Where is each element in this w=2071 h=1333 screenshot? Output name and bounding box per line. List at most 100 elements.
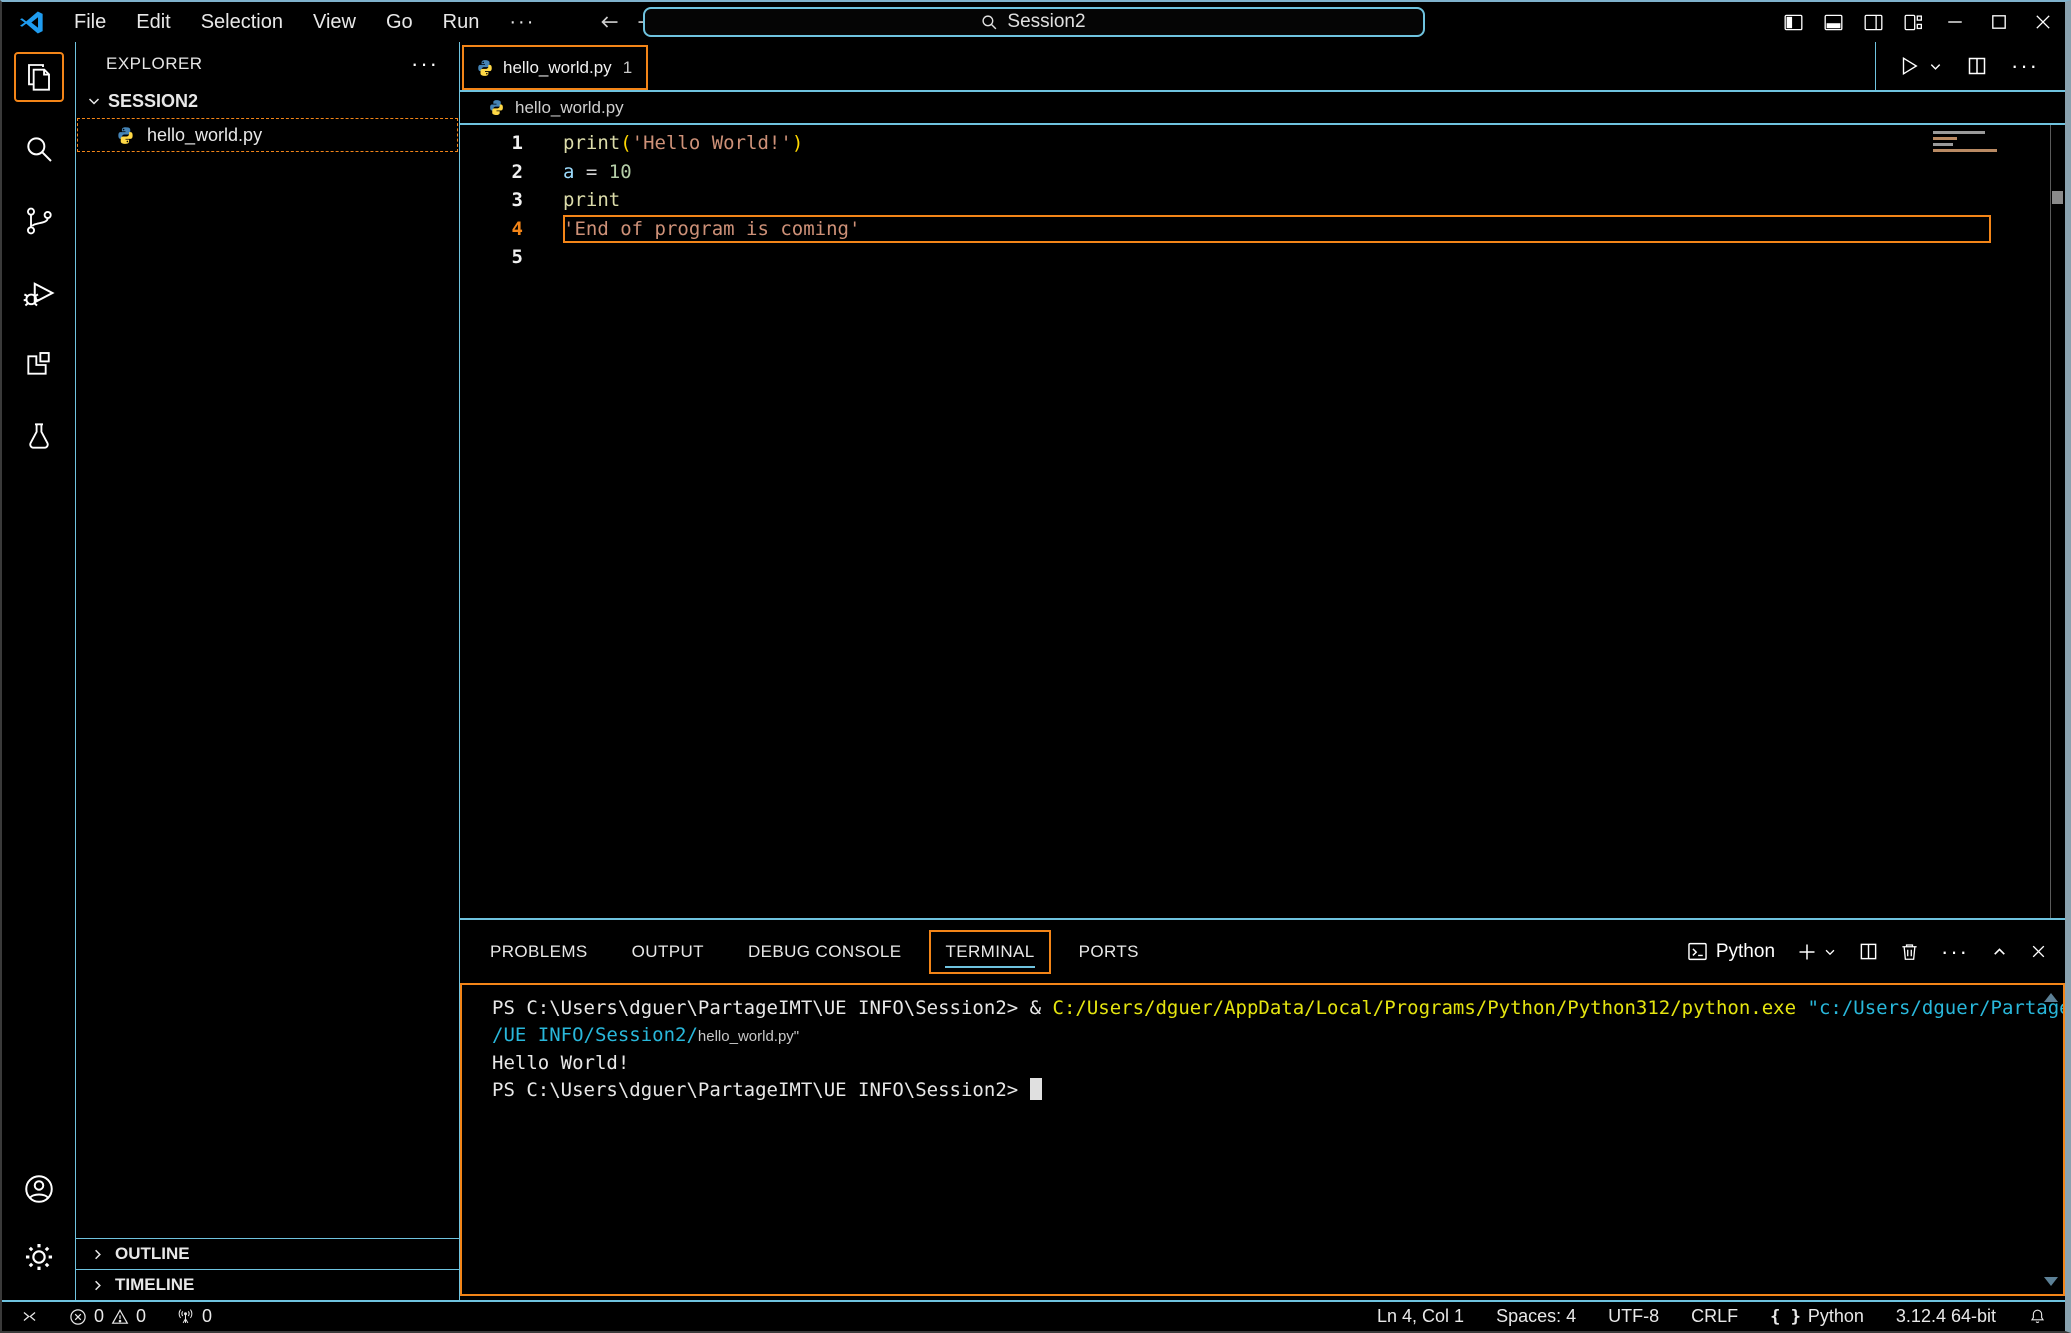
tab-ports[interactable]: PORTS [1079, 942, 1139, 962]
panel-more-actions-button[interactable]: ··· [1941, 939, 1969, 965]
ports-status-button[interactable]: 0 [168, 1306, 220, 1327]
account-icon[interactable] [14, 1164, 64, 1214]
command-center-search[interactable]: Session2 [643, 7, 1425, 37]
minimap[interactable] [1933, 131, 2043, 152]
settings-gear-icon[interactable] [14, 1232, 64, 1282]
tab-output[interactable]: OUTPUT [632, 942, 704, 962]
menu-selection[interactable]: Selection [186, 11, 298, 34]
menu-view[interactable]: View [298, 11, 371, 34]
code-line-5[interactable]: 5 [460, 243, 2065, 272]
menu-run[interactable]: Run [428, 11, 495, 34]
tab-problems[interactable]: PROBLEMS [490, 942, 588, 962]
toggle-secondary-sidebar-icon[interactable] [1853, 2, 1893, 42]
line-number: 4 [460, 218, 523, 240]
scrollbar-slider[interactable] [2052, 191, 2063, 204]
testing-icon[interactable] [14, 412, 64, 462]
python-file-icon [488, 99, 505, 116]
problems-status-button[interactable]: 0 0 [61, 1306, 154, 1327]
outline-section[interactable]: OUTLINE [76, 1238, 459, 1269]
sidebar-more-button[interactable]: ··· [411, 51, 439, 77]
new-terminal-button[interactable] [1797, 942, 1837, 962]
run-debug-icon[interactable] [14, 268, 64, 318]
code-line-3[interactable]: 3 print [460, 186, 2065, 215]
maximize-panel-chevron-up-icon[interactable] [1991, 943, 2008, 960]
close-button[interactable] [2021, 2, 2065, 42]
breadcrumb[interactable]: hello_world.py [460, 92, 2065, 125]
menu-go[interactable]: Go [371, 11, 428, 34]
explorer-sidebar: EXPLORER ··· SESSION2 hello_world.py OUT… [75, 42, 460, 1300]
code-line-2[interactable]: 2 a = 10 [460, 158, 2065, 187]
maximize-button[interactable] [1977, 2, 2021, 42]
sidebar-empty-space [76, 154, 459, 1238]
customize-layout-icon[interactable] [1893, 2, 1933, 42]
breadcrumb-file: hello_world.py [515, 98, 624, 118]
outline-label: OUTLINE [115, 1244, 190, 1264]
toggle-sidebar-icon[interactable] [1773, 2, 1813, 42]
terminal-line-4: PS C:\Users\dguer\PartageIMT\UE INFO\Ses… [492, 1077, 2023, 1104]
editor-actions: ··· [1875, 42, 2065, 90]
search-icon [981, 14, 998, 31]
menu-more-button[interactable]: ··· [494, 11, 550, 34]
main-area: EXPLORER ··· SESSION2 hello_world.py OUT… [2, 42, 2065, 1300]
code-line-1[interactable]: 1 print('Hello World!') [460, 129, 2065, 158]
code-text: 'End of program is coming' [523, 218, 860, 240]
close-panel-icon[interactable] [2030, 943, 2047, 960]
split-editor-icon[interactable] [1967, 56, 1987, 76]
split-terminal-icon[interactable] [1859, 942, 1878, 961]
terminal-view[interactable]: PS C:\Users\dguer\PartageIMT\UE INFO\Ses… [460, 983, 2065, 1296]
language-label: Python [1808, 1306, 1864, 1327]
activity-bar [2, 42, 75, 1300]
terminal-profile-button[interactable]: Python [1687, 941, 1775, 963]
eol-button[interactable]: CRLF [1683, 1306, 1746, 1327]
warning-icon [111, 1308, 129, 1326]
terminal-scroll-down-icon[interactable] [2044, 1277, 2058, 1286]
run-python-button[interactable] [1898, 55, 1943, 77]
indentation-button[interactable]: Spaces: 4 [1488, 1306, 1584, 1327]
extensions-icon[interactable] [14, 340, 64, 390]
toggle-panel-icon[interactable] [1813, 2, 1853, 42]
vscode-logo-icon [18, 9, 45, 36]
file-name: hello_world.py [147, 125, 262, 146]
status-left: 0 0 0 [2, 1306, 220, 1327]
chevron-down-icon[interactable] [1823, 945, 1837, 959]
editor-scrollbar[interactable] [2050, 125, 2065, 918]
python-interpreter-button[interactable]: 3.12.4 64-bit [1888, 1306, 2004, 1327]
remote-indicator-button[interactable] [12, 1307, 47, 1326]
explorer-icon[interactable] [14, 52, 64, 102]
chevron-down-icon[interactable] [1928, 59, 1943, 74]
kill-terminal-trash-icon[interactable] [1900, 942, 1919, 961]
tab-debug-console[interactable]: DEBUG CONSOLE [748, 942, 902, 962]
chevron-right-icon [90, 1278, 105, 1293]
source-control-icon[interactable] [14, 196, 64, 246]
encoding-button[interactable]: UTF-8 [1600, 1306, 1667, 1327]
notifications-bell-icon[interactable] [2020, 1307, 2055, 1326]
chevron-right-icon [90, 1247, 105, 1262]
back-arrow-icon[interactable] [600, 12, 620, 32]
terminal-profile-label: Python [1716, 941, 1775, 963]
panel-tabs: PROBLEMS OUTPUT DEBUG CONSOLE TERMINAL P… [490, 930, 1139, 974]
editor-more-actions-button[interactable]: ··· [2011, 53, 2039, 79]
warning-count: 0 [136, 1306, 146, 1327]
search-view-icon[interactable] [14, 124, 64, 174]
code-line-4-current[interactable]: 4 'End of program is coming' [460, 215, 2065, 244]
tab-hello-world[interactable]: hello_world.py 1 [462, 45, 648, 90]
tab-strip-empty [648, 42, 1875, 90]
cursor-position-button[interactable]: Ln 4, Col 1 [1369, 1306, 1472, 1327]
terminal-scroll-up-icon[interactable] [2044, 993, 2058, 1002]
minimize-button[interactable] [1933, 2, 1977, 42]
code-editor[interactable]: 1 print('Hello World!') 2 a = 10 3 print… [460, 125, 2065, 918]
tab-terminal-label: TERMINAL [945, 942, 1034, 961]
line-number: 3 [460, 189, 523, 211]
menu-edit[interactable]: Edit [121, 11, 185, 34]
braces-icon: { } [1770, 1307, 1801, 1327]
radio-tower-icon [176, 1307, 195, 1326]
panel-header: PROBLEMS OUTPUT DEBUG CONSOLE TERMINAL P… [460, 920, 2065, 983]
terminal-line-2: /UE INFO/Session2/hello_world.py" [492, 1022, 2023, 1051]
menu-file[interactable]: File [59, 11, 121, 34]
terminal-line-1: PS C:\Users\dguer\PartageIMT\UE INFO\Ses… [492, 995, 2023, 1022]
file-item-hello-world[interactable]: hello_world.py [77, 118, 458, 152]
language-mode-button[interactable]: { } Python [1762, 1306, 1872, 1327]
tab-terminal-active[interactable]: TERMINAL [929, 930, 1050, 974]
folder-section-session2[interactable]: SESSION2 [76, 86, 459, 116]
timeline-section[interactable]: TIMELINE [76, 1269, 459, 1300]
